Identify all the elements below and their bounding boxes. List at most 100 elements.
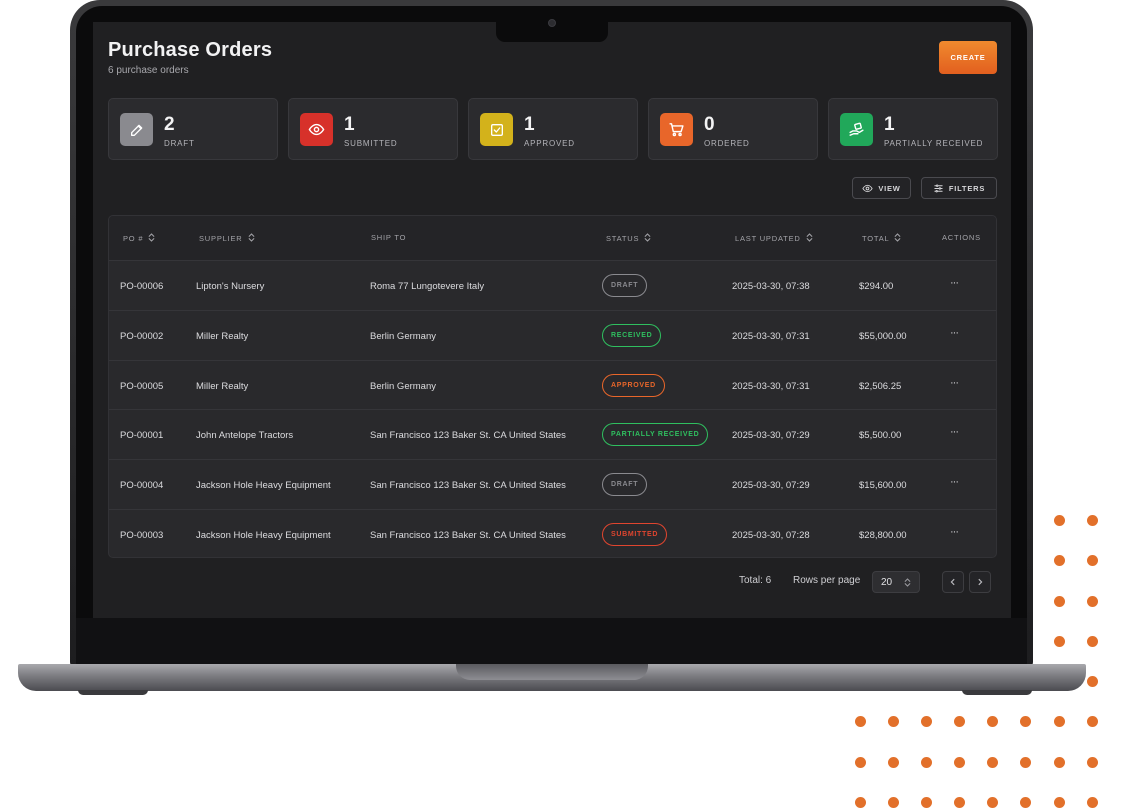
decorative-dot: [921, 797, 932, 808]
sliders-icon: [934, 184, 943, 192]
status-badge: DRAFT: [602, 473, 648, 497]
row-actions-menu-icon[interactable]: ···: [950, 476, 959, 488]
chevron-updown-icon: [904, 577, 911, 587]
card-count: 1: [884, 114, 895, 135]
previous-page-button[interactable]: [942, 571, 964, 593]
decorative-dot: [921, 716, 932, 727]
laptop-chin: [76, 618, 1027, 666]
status-badge: SUBMITTED: [602, 523, 668, 546]
order-total: $15,600.00: [859, 480, 907, 492]
camera-icon: [548, 19, 556, 27]
sort-icon: [248, 233, 255, 244]
supplier-name: John Antelope Tractors: [196, 430, 294, 442]
summary-card-submitted[interactable]: 1 SUBMITTED: [288, 98, 458, 160]
po-number[interactable]: PO-00005: [120, 381, 163, 392]
filters-label: FILTERS: [948, 183, 986, 193]
decorative-dot: [1020, 797, 1031, 808]
last-updated: 2025-03-30, 07:29: [732, 430, 810, 442]
summary-card-partially-received[interactable]: 1 PARTIALLY RECEIVED: [828, 98, 998, 160]
laptop-mockup: Purchase Orders 6 purchase orders CREATE…: [0, 0, 1144, 810]
table-row[interactable]: PO-00006 Lipton's Nursery Roma 77 Lungotev…: [109, 260, 996, 310]
po-number[interactable]: PO-00002: [120, 331, 163, 342]
decorative-dot: [1087, 596, 1098, 607]
decorative-dot: [1054, 757, 1065, 768]
eye-icon: [862, 184, 873, 192]
row-actions-menu-icon[interactable]: ···: [950, 426, 959, 438]
decorative-dot: [888, 757, 899, 768]
po-number[interactable]: PO-00006: [120, 281, 163, 292]
filters-button[interactable]: FILTERS: [921, 177, 997, 199]
table-row[interactable]: PO-00005 Miller Realty Berlin Germany APPRO…: [109, 359, 996, 410]
card-label: DRAFT: [164, 139, 195, 148]
order-total: $5,500.00: [859, 430, 902, 442]
table-row[interactable]: PO-00001 John Antelope Tractors San Franci…: [109, 409, 996, 459]
table-row[interactable]: PO-00002 Miller Realty Berlin Germany RECEI…: [109, 309, 996, 360]
decorative-dot: [855, 716, 866, 727]
summary-card-approved[interactable]: 1 APPROVED: [468, 98, 638, 160]
decorative-dot: [1054, 636, 1065, 647]
decorative-dot: [1087, 716, 1098, 727]
total-count: Total: 6: [739, 575, 772, 586]
po-number[interactable]: PO-00004: [120, 480, 163, 491]
status-badge: DRAFT: [602, 274, 648, 297]
order-total: $55,000.00: [859, 330, 907, 342]
last-updated: 2025-03-30, 07:38: [732, 281, 810, 292]
chevron-right-icon: [978, 578, 983, 586]
summary-card-ordered[interactable]: 0 ORDERED: [648, 98, 818, 160]
decorative-dot: [1054, 596, 1065, 607]
eye-icon: [300, 113, 333, 146]
next-page-button[interactable]: [969, 571, 991, 593]
decorative-dot: [954, 716, 965, 727]
view-button[interactable]: VIEW: [852, 177, 911, 199]
decorative-dot: [1087, 797, 1098, 808]
last-updated: 2025-03-30, 07:31: [732, 330, 810, 342]
summary-card-draft[interactable]: 2 DRAFT: [108, 98, 278, 160]
supplier-name: Jackson Hole Heavy Equipment: [196, 530, 331, 541]
rows-per-page-select[interactable]: 20: [872, 571, 920, 593]
ship-to-address: San Francisco 123 Baker St. CA United St…: [370, 430, 566, 442]
table-row[interactable]: PO-00003 Jackson Hole Heavy Equipment San …: [109, 509, 996, 557]
supplier-name: Miller Realty: [196, 330, 249, 342]
supplier-name: Lipton's Nursery: [196, 281, 265, 292]
card-label: APPROVED: [524, 139, 575, 148]
row-actions-menu-icon[interactable]: ···: [950, 377, 959, 389]
card-count: 1: [344, 114, 355, 135]
decorative-dot: [1054, 716, 1065, 727]
order-total: $2,506.25: [859, 380, 902, 392]
row-actions-menu-icon[interactable]: ···: [950, 327, 959, 339]
decorative-dot: [954, 797, 965, 808]
view-label: VIEW: [878, 183, 901, 193]
decorative-dot: [1054, 797, 1065, 808]
row-actions-menu-icon[interactable]: ···: [950, 526, 959, 538]
decorative-dot: [855, 757, 866, 768]
decorative-dot: [855, 797, 866, 808]
column-header-po[interactable]: PO #: [123, 233, 155, 244]
decorative-dot: [1087, 757, 1098, 768]
rows-per-page-value: 20: [881, 576, 893, 588]
cart-icon: [660, 113, 693, 146]
po-number[interactable]: PO-00001: [120, 430, 163, 441]
supplier-name: Miller Realty: [196, 380, 249, 392]
decorative-dot: [954, 757, 965, 768]
column-header-total[interactable]: TOTAL: [862, 233, 901, 244]
column-header-status[interactable]: STATUS: [606, 233, 651, 244]
page-subtitle: 6 purchase orders: [108, 65, 189, 76]
create-button[interactable]: CREATE: [939, 41, 997, 74]
order-total: $294.00: [859, 281, 894, 292]
last-updated: 2025-03-30, 07:28: [732, 530, 810, 541]
po-number[interactable]: PO-00003: [120, 530, 163, 541]
column-header-ship-to: SHIP TO: [371, 233, 407, 242]
ship-to-address: Berlin Germany: [370, 330, 436, 342]
hand-box-icon: [840, 113, 873, 146]
laptop-foot-left: [78, 690, 148, 695]
table-header: PO # SUPPLIER SHIP TO STATUS LAST UPDATE…: [109, 216, 996, 260]
row-actions-menu-icon[interactable]: ···: [950, 277, 959, 289]
column-header-last-updated[interactable]: LAST UPDATED: [735, 233, 813, 244]
table-row[interactable]: PO-00004 Jackson Hole Heavy Equipment San …: [109, 459, 996, 509]
app-screen: Purchase Orders 6 purchase orders CREATE…: [93, 22, 1011, 618]
decorative-dot: [1020, 716, 1031, 727]
ship-to-address: San Francisco 123 Baker St. CA United St…: [370, 480, 566, 492]
status-badge: APPROVED: [602, 373, 665, 397]
ship-to-address: San Francisco 123 Baker St. CA United St…: [370, 530, 566, 541]
column-header-supplier[interactable]: SUPPLIER: [199, 233, 255, 244]
